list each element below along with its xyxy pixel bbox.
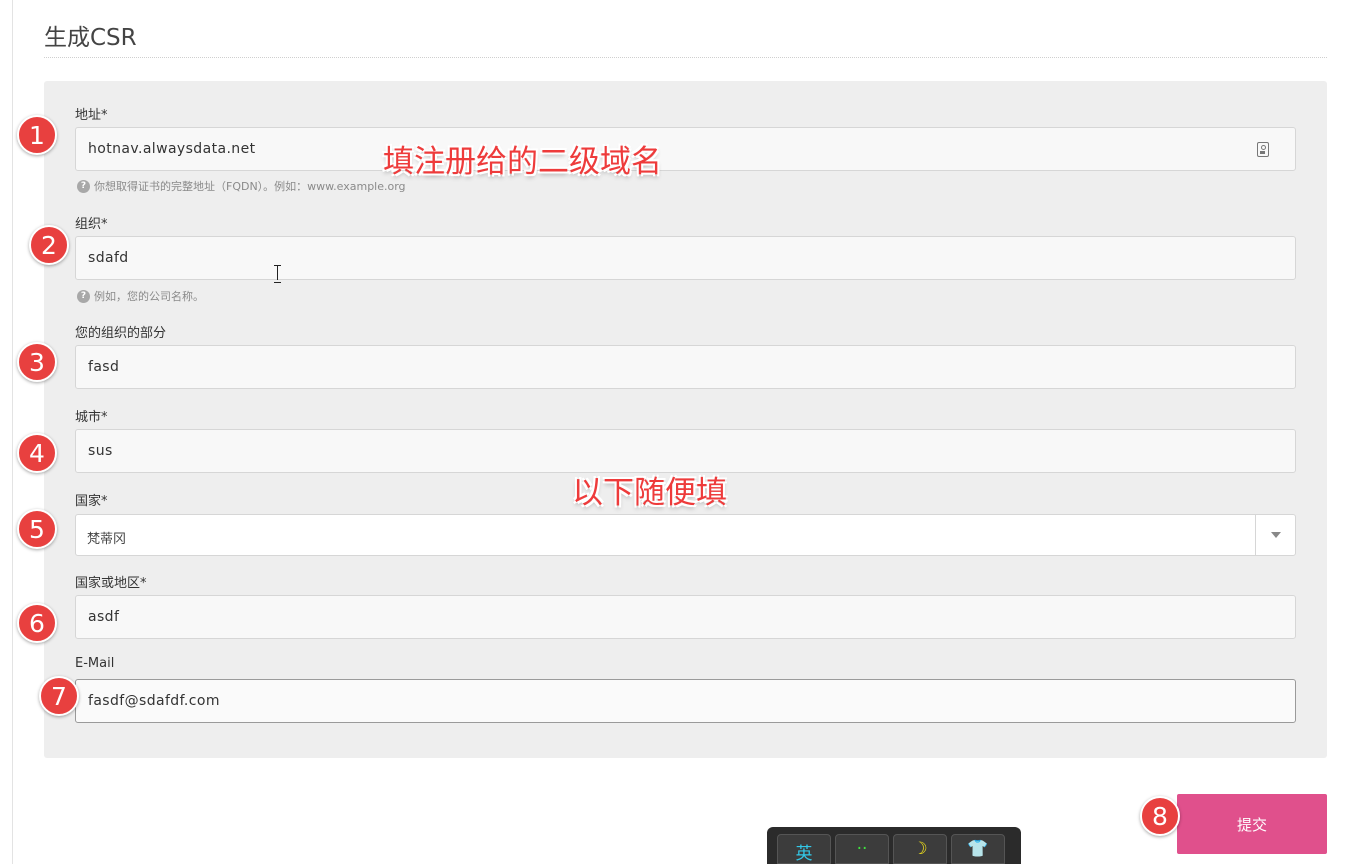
ime-punctuation-key[interactable]: ·· — [835, 834, 889, 864]
org-unit-label: 您的组织的部分 — [75, 326, 167, 341]
step-badge-5: 5 — [17, 509, 57, 549]
help-icon: ? — [77, 179, 90, 193]
address-input[interactable] — [75, 127, 1296, 171]
city-label: 城市* — [75, 410, 108, 425]
step-badge-3: 3 — [17, 342, 57, 382]
address-label: 地址* — [75, 108, 108, 123]
fill-randomly-annotation: 以下随便填 — [572, 475, 727, 511]
country-label: 国家* — [75, 494, 108, 509]
organization-help-text: 例如，您的公司名称。 — [94, 290, 204, 303]
state-input[interactable] — [75, 595, 1296, 639]
ime-skin-key[interactable]: 👕 — [951, 834, 1005, 864]
chevron-down-icon — [1271, 532, 1281, 538]
step-badge-6: 6 — [17, 603, 57, 643]
organization-input[interactable] — [75, 236, 1296, 280]
ime-toolbar: 英 ·· ☽ 👕 — [767, 827, 1021, 864]
address-help-text: 你想取得证书的完整地址（FQDN）。例如：www.example.org — [94, 180, 406, 193]
text-cursor-icon — [274, 265, 281, 283]
contact-card-icon[interactable] — [1257, 142, 1269, 157]
country-dropdown-toggle[interactable] — [1255, 515, 1295, 555]
organization-label: 组织* — [75, 217, 108, 232]
help-icon: ? — [77, 289, 90, 303]
step-badge-8: 8 — [1140, 796, 1180, 836]
org-unit-input[interactable] — [75, 345, 1296, 389]
email-input[interactable] — [75, 679, 1296, 723]
submit-button[interactable]: 提交 — [1177, 794, 1327, 854]
ime-language-key[interactable]: 英 — [777, 834, 831, 864]
step-badge-4: 4 — [17, 433, 57, 473]
step-badge-7: 7 — [39, 676, 79, 716]
left-border-line — [12, 0, 13, 864]
organization-help: ? 例如，您的公司名称。 — [77, 288, 204, 304]
title-divider — [44, 57, 1327, 58]
page-title: 生成CSR — [44, 25, 137, 51]
country-select[interactable]: 梵蒂冈 — [75, 514, 1296, 556]
step-badge-2: 2 — [29, 225, 69, 265]
email-label: E-Mail — [75, 656, 115, 671]
subdomain-annotation: 填注册给的二级域名 — [383, 144, 662, 180]
country-selected-value: 梵蒂冈 — [87, 532, 127, 547]
ime-moon-key[interactable]: ☽ — [893, 834, 947, 864]
state-label: 国家或地区* — [75, 576, 147, 591]
step-badge-1: 1 — [17, 115, 57, 155]
address-help: ? 你想取得证书的完整地址（FQDN）。例如：www.example.org — [77, 178, 406, 194]
